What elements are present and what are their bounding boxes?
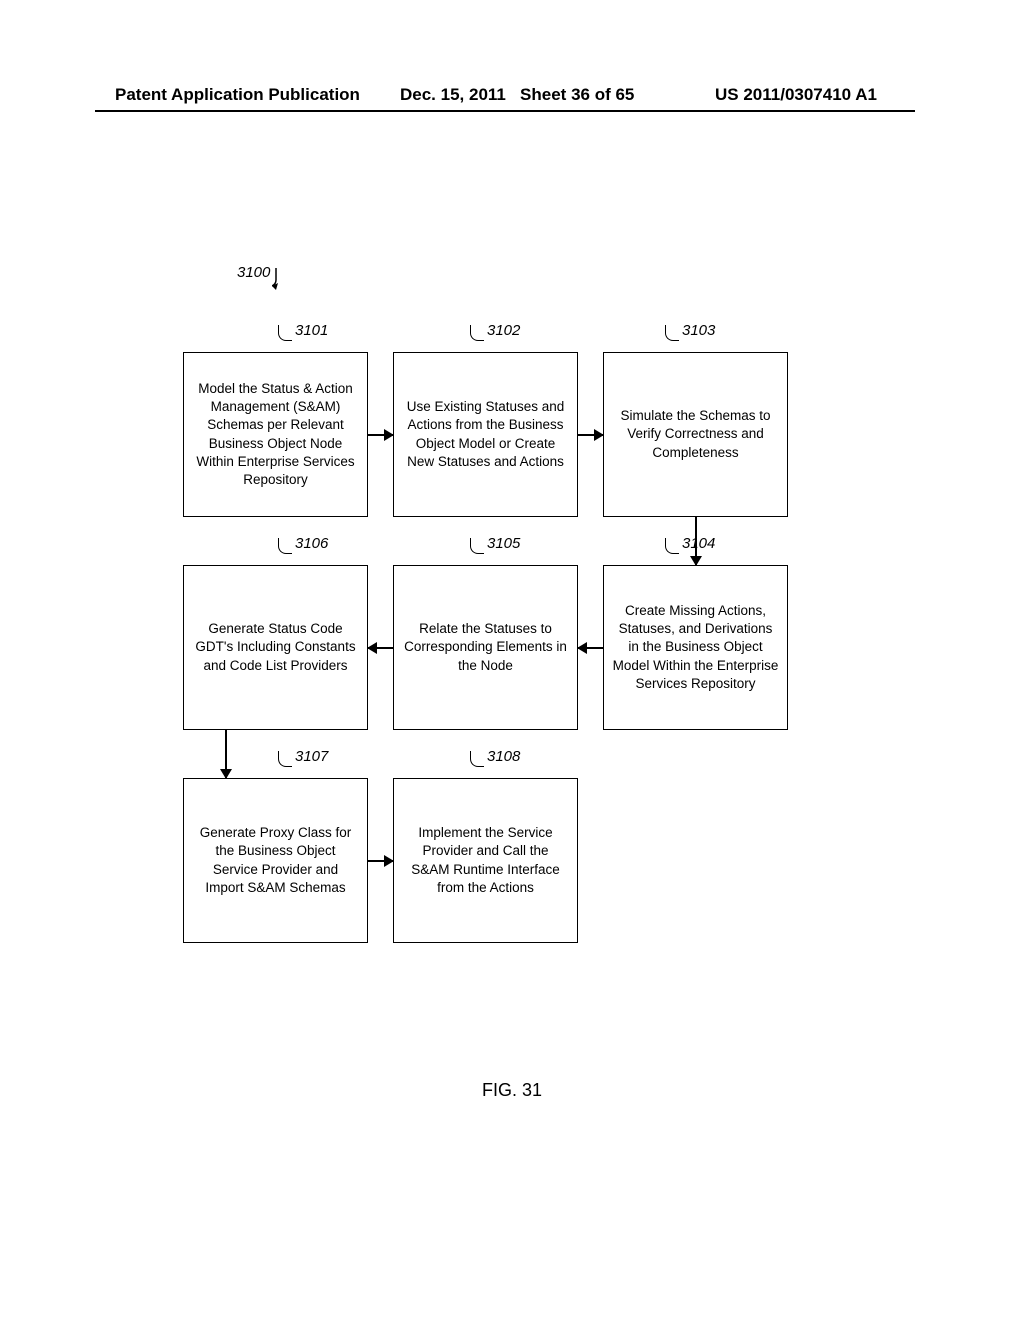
label-3108: 3108 — [470, 748, 520, 767]
box-3106: Generate Status Code GDT's Including Con… — [183, 565, 368, 730]
header-publication: Patent Application Publication — [115, 85, 360, 105]
box-3102: Use Existing Statuses and Actions from t… — [393, 352, 578, 517]
hook-icon — [278, 325, 292, 341]
arrow-3105-to-3106 — [368, 647, 393, 649]
arrow-3104-to-3105 — [578, 647, 603, 649]
label-3100: 3100 — [237, 264, 270, 281]
hook-icon — [665, 538, 679, 554]
arrow-3101-to-3102 — [368, 434, 393, 436]
box-3107: Generate Proxy Class for the Business Ob… — [183, 778, 368, 943]
arrow-3106-to-3107 — [225, 730, 227, 778]
label-3105: 3105 — [470, 535, 520, 554]
hook-icon — [470, 538, 484, 554]
arrow-3102-to-3103 — [578, 434, 603, 436]
hook-icon — [470, 325, 484, 341]
label-3103: 3103 — [665, 322, 715, 341]
label-3104: 3104 — [665, 535, 715, 554]
hook-icon — [470, 751, 484, 767]
label-3106: 3106 — [278, 535, 328, 554]
header-date: Dec. 15, 2011 — [400, 85, 506, 104]
figure-caption: FIG. 31 — [0, 1080, 1024, 1101]
box-3105: Relate the Statuses to Corresponding Ele… — [393, 565, 578, 730]
hook-icon — [665, 325, 679, 341]
label-3107: 3107 — [278, 748, 328, 767]
hook-icon — [278, 538, 292, 554]
hook-3100-icon — [272, 268, 288, 286]
header-date-sheet: Dec. 15, 2011 Sheet 36 of 65 — [400, 85, 634, 105]
box-3108: Implement the Service Provider and Call … — [393, 778, 578, 943]
label-3102: 3102 — [470, 322, 520, 341]
box-3104: Create Missing Actions, Statuses, and De… — [603, 565, 788, 730]
header-sheet: Sheet 36 of 65 — [520, 85, 634, 104]
box-3101: Model the Status & Action Management (S&… — [183, 352, 368, 517]
header-pubnum: US 2011/0307410 A1 — [715, 85, 877, 105]
arrow-3107-to-3108 — [368, 860, 393, 862]
box-3103: Simulate the Schemas to Verify Correctne… — [603, 352, 788, 517]
label-3101: 3101 — [278, 322, 328, 341]
hook-icon — [278, 751, 292, 767]
header-rule — [95, 110, 915, 112]
